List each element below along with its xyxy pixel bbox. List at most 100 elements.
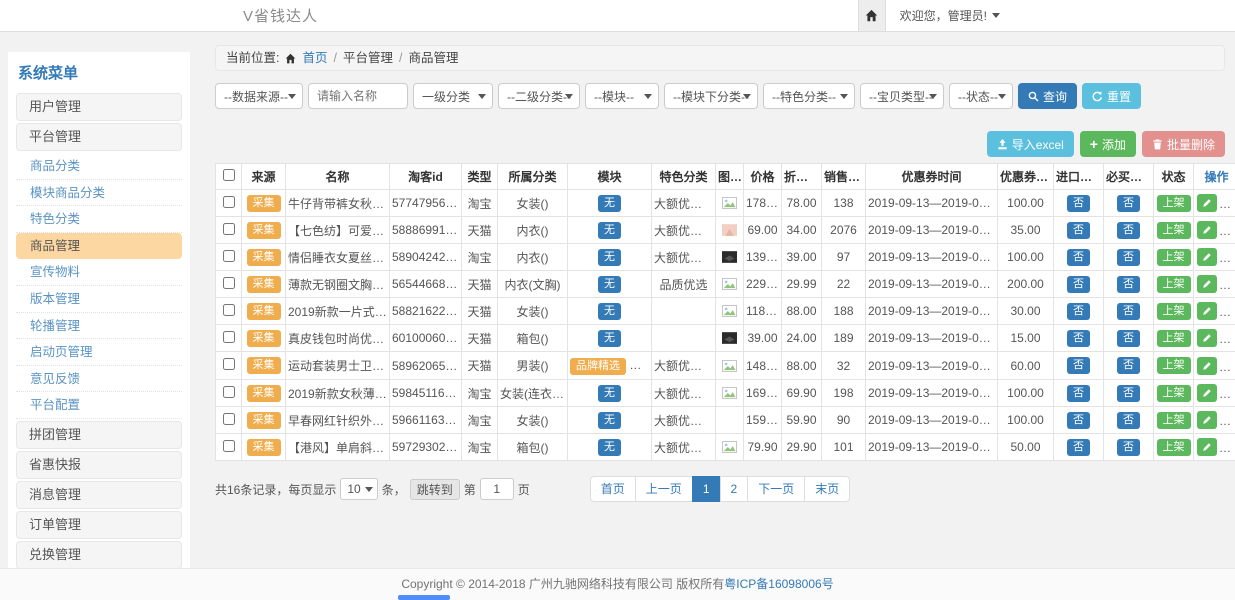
status-badge[interactable]: 上架: [1157, 303, 1191, 320]
breadcrumb-home-link[interactable]: 首页: [302, 46, 327, 70]
edit-button[interactable]: [1197, 329, 1217, 347]
row-checkbox[interactable]: [223, 304, 235, 316]
level1-category-select[interactable]: 一级分类: [413, 83, 493, 109]
sidebar-item-message-management[interactable]: 消息管理: [16, 481, 182, 509]
sidebar-item-platform-management[interactable]: 平台管理: [16, 123, 182, 151]
select-all-checkbox[interactable]: [223, 169, 235, 181]
item-type-select[interactable]: --宝贝类型--: [860, 83, 944, 109]
edit-button[interactable]: [1197, 248, 1217, 266]
data-source-select[interactable]: --数据来源--: [215, 83, 303, 109]
add-button[interactable]: + 添加: [1080, 131, 1136, 157]
import-select-badge[interactable]: 否: [1067, 249, 1090, 266]
status-select[interactable]: --状态--: [949, 83, 1013, 109]
import-select-badge[interactable]: 否: [1067, 303, 1090, 320]
sidebar-item-module-product-category[interactable]: 模块商品分类: [16, 180, 182, 207]
pager-button[interactable]: 首页: [590, 476, 636, 502]
sidebar-item-product-management[interactable]: 商品管理: [16, 233, 182, 260]
pager-button[interactable]: 上一页: [635, 476, 693, 502]
import-select-badge[interactable]: 否: [1067, 439, 1090, 456]
module-select[interactable]: --模块--: [585, 83, 659, 109]
edit-button[interactable]: [1197, 302, 1217, 320]
row-checkbox[interactable]: [223, 440, 235, 452]
status-badge[interactable]: 上架: [1157, 195, 1191, 212]
edit-button[interactable]: [1197, 384, 1217, 402]
pager-button[interactable]: 下一页: [747, 476, 805, 502]
per-page-select[interactable]: 10: [340, 478, 377, 500]
feature-category-select[interactable]: --特色分类--: [763, 83, 855, 109]
product-type: 淘宝: [462, 190, 498, 217]
horizontal-scrollbar-thumb[interactable]: [398, 595, 450, 600]
must-buy-badge[interactable]: 否: [1117, 303, 1140, 320]
status-badge[interactable]: 上架: [1157, 330, 1191, 347]
level2-category-select[interactable]: --二级分类--: [498, 83, 580, 109]
import-select-badge[interactable]: 否: [1067, 222, 1090, 239]
sidebar-item-product-category[interactable]: 商品分类: [16, 153, 182, 180]
row-checkbox[interactable]: [223, 358, 235, 370]
row-checkbox[interactable]: [223, 196, 235, 208]
pager-button[interactable]: 1: [692, 476, 721, 502]
edit-button[interactable]: [1197, 438, 1217, 456]
sidebar-item-promo-material[interactable]: 宣传物料: [16, 259, 182, 286]
icp-link[interactable]: 粤ICP备16098006号: [724, 577, 833, 591]
edit-button[interactable]: [1197, 221, 1217, 239]
must-buy-badge[interactable]: 否: [1117, 249, 1140, 266]
sidebar-item-platform-config[interactable]: 平台配置: [16, 392, 182, 419]
sidebar-item-savings-news[interactable]: 省惠快报: [16, 451, 182, 479]
must-buy-badge[interactable]: 否: [1117, 385, 1140, 402]
status-badge[interactable]: 上架: [1157, 439, 1191, 456]
sidebar-item-feature-category[interactable]: 特色分类: [16, 206, 182, 233]
sidebar-item-carousel-management[interactable]: 轮播管理: [16, 313, 182, 340]
edit-button[interactable]: [1197, 194, 1217, 212]
sidebar-item-groupbuy-management[interactable]: 拼团管理: [16, 421, 182, 449]
sidebar-item-version-management[interactable]: 版本管理: [16, 286, 182, 313]
module-subcategory-select[interactable]: --模块下分类--: [664, 83, 758, 109]
must-buy-badge[interactable]: 否: [1117, 330, 1140, 347]
row-checkbox[interactable]: [223, 277, 235, 289]
import-select-badge[interactable]: 否: [1067, 412, 1090, 429]
import-excel-button[interactable]: 导入excel: [987, 131, 1074, 157]
status-badge[interactable]: 上架: [1157, 276, 1191, 293]
must-buy-badge[interactable]: 否: [1117, 439, 1140, 456]
sidebar-item-exchange-management[interactable]: 兑换管理: [16, 541, 182, 568]
must-buy-badge[interactable]: 否: [1117, 195, 1140, 212]
edit-button[interactable]: [1197, 357, 1217, 375]
status-badge[interactable]: 上架: [1157, 249, 1191, 266]
row-checkbox[interactable]: [223, 250, 235, 262]
must-buy-badge[interactable]: 否: [1117, 222, 1140, 239]
sidebar-item-splash-management[interactable]: 启动页管理: [16, 339, 182, 366]
must-buy-badge[interactable]: 否: [1117, 276, 1140, 293]
home-button[interactable]: [858, 0, 886, 31]
must-buy-badge[interactable]: 否: [1117, 357, 1140, 374]
status-badge[interactable]: 上架: [1157, 385, 1191, 402]
status-badge[interactable]: 上架: [1157, 222, 1191, 239]
import-select-badge[interactable]: 否: [1067, 357, 1090, 374]
status-badge[interactable]: 上架: [1157, 357, 1191, 374]
category: 女装(): [498, 407, 568, 434]
row-checkbox[interactable]: [223, 413, 235, 425]
status-badge[interactable]: 上架: [1157, 412, 1191, 429]
import-select-badge[interactable]: 否: [1067, 330, 1090, 347]
page-number-input[interactable]: [480, 478, 514, 500]
breadcrumb: 当前位置: 首页 / 平台管理 / 商品管理: [215, 45, 1225, 71]
batch-delete-button[interactable]: 批量删除: [1142, 131, 1225, 157]
must-buy-badge[interactable]: 否: [1117, 412, 1140, 429]
caret-down-icon: [929, 94, 937, 99]
row-checkbox[interactable]: [223, 331, 235, 343]
edit-button[interactable]: [1197, 275, 1217, 293]
reset-button[interactable]: 重置: [1082, 83, 1141, 109]
search-button[interactable]: 查询: [1018, 83, 1077, 109]
import-select-badge[interactable]: 否: [1067, 276, 1090, 293]
sidebar-item-user-management[interactable]: 用户管理: [16, 93, 182, 121]
jump-button[interactable]: 跳转到: [410, 479, 460, 500]
edit-button[interactable]: [1197, 411, 1217, 429]
user-menu[interactable]: 欢迎您，管理员!: [900, 7, 1000, 24]
sidebar-item-order-management[interactable]: 订单管理: [16, 511, 182, 539]
import-select-badge[interactable]: 否: [1067, 385, 1090, 402]
import-select-badge[interactable]: 否: [1067, 195, 1090, 212]
row-checkbox[interactable]: [223, 223, 235, 235]
pager-button[interactable]: 2: [720, 476, 749, 502]
name-search-input[interactable]: [308, 83, 408, 109]
sidebar-item-feedback[interactable]: 意见反馈: [16, 366, 182, 393]
row-checkbox[interactable]: [223, 386, 235, 398]
pager-button[interactable]: 末页: [804, 476, 850, 502]
